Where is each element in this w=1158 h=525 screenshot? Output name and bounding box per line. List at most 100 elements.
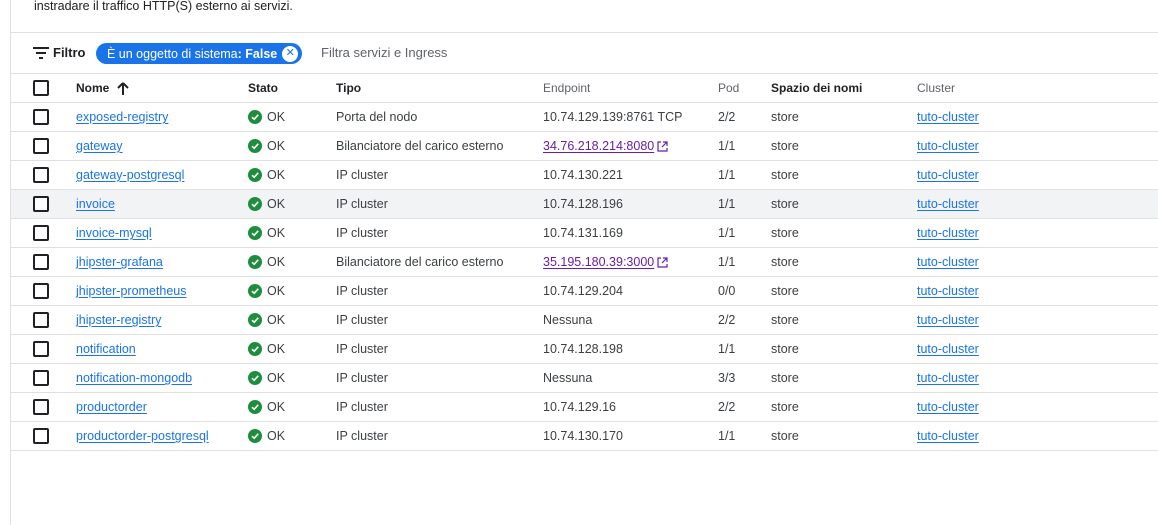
endpoint-value: 10.74.129.139:8761 TCP <box>543 110 683 124</box>
cluster-cell: tuto-cluster <box>917 306 979 334</box>
name-cell: invoice-mysql <box>76 219 152 247</box>
cluster-link[interactable]: tuto-cluster <box>917 139 979 153</box>
table-row[interactable]: jhipster-grafana OK Bilanciatore del car… <box>11 248 1158 277</box>
services-table: Nome Stato Tipo Endpoint Pod Spazio dei … <box>11 74 1158 451</box>
endpoint-link[interactable]: 34.76.218.214:8080 <box>543 139 654 153</box>
column-header-name-label: Nome <box>76 81 110 95</box>
row-checkbox[interactable] <box>33 428 49 444</box>
filter-label[interactable]: Filtro <box>53 45 86 60</box>
state-cell: OK <box>248 190 285 218</box>
state-value: OK <box>267 226 286 240</box>
service-name-link[interactable]: jhipster-registry <box>76 313 161 327</box>
cluster-link[interactable]: tuto-cluster <box>917 284 979 298</box>
column-header-state[interactable]: Stato <box>248 74 278 102</box>
row-select-cell <box>33 393 49 421</box>
check-circle-icon <box>248 255 262 269</box>
column-header-name[interactable]: Nome <box>76 74 130 102</box>
cluster-link[interactable]: tuto-cluster <box>917 342 979 356</box>
filter-lines-icon[interactable] <box>33 46 49 60</box>
service-name-link[interactable]: exposed-registry <box>76 110 168 124</box>
table-row[interactable]: productorder OK IP cluster 10.74.129.16 … <box>11 393 1158 422</box>
service-name-link[interactable]: gateway <box>76 139 123 153</box>
table-row[interactable]: notification OK IP cluster 10.74.128.198… <box>11 335 1158 364</box>
state-cell: OK <box>248 248 285 276</box>
row-checkbox[interactable] <box>33 138 49 154</box>
row-checkbox[interactable] <box>33 312 49 328</box>
table-row[interactable]: jhipster-registry OK IP cluster Nessuna … <box>11 306 1158 335</box>
row-checkbox[interactable] <box>33 341 49 357</box>
state-cell: OK <box>248 364 285 392</box>
cluster-link[interactable]: tuto-cluster <box>917 255 979 269</box>
name-cell: notification <box>76 335 136 363</box>
type-value: Bilanciatore del carico esterno <box>336 139 504 153</box>
endpoint-value: Nessuna <box>543 313 593 327</box>
namespace-value: store <box>771 284 799 298</box>
check-circle-icon <box>248 313 262 327</box>
cluster-link[interactable]: tuto-cluster <box>917 168 979 182</box>
table-row[interactable]: invoice-mysql OK IP cluster 10.74.131.16… <box>11 219 1158 248</box>
cluster-cell: tuto-cluster <box>917 190 979 218</box>
check-circle-icon <box>248 197 262 211</box>
service-name-link[interactable]: jhipster-prometheus <box>76 284 186 298</box>
table-row[interactable]: invoice OK IP cluster 10.74.128.196 1/1 … <box>11 190 1158 219</box>
state-cell: OK <box>248 393 285 421</box>
endpoint-cell: 35.195.180.39:3000 <box>543 248 668 276</box>
type-value: IP cluster <box>336 400 388 414</box>
row-checkbox[interactable] <box>33 196 49 212</box>
row-checkbox[interactable] <box>33 167 49 183</box>
service-name-link[interactable]: invoice <box>76 197 115 211</box>
table-row[interactable]: jhipster-prometheus OK IP cluster 10.74.… <box>11 277 1158 306</box>
column-header-namespace[interactable]: Spazio dei nomi <box>771 74 862 102</box>
service-name-link[interactable]: gateway-postgresql <box>76 168 184 182</box>
table-row[interactable]: notification-mongodb OK IP cluster Nessu… <box>11 364 1158 393</box>
service-name-link[interactable]: productorder <box>76 400 147 414</box>
open-in-new-icon[interactable] <box>657 140 668 152</box>
service-name-link[interactable]: invoice-mysql <box>76 226 152 240</box>
state-cell: OK <box>248 306 285 334</box>
state-cell: OK <box>248 103 285 131</box>
table-row[interactable]: exposed-registry OK Porta del nodo 10.74… <box>11 103 1158 132</box>
pod-value: 1/1 <box>718 342 736 356</box>
row-checkbox[interactable] <box>33 399 49 415</box>
column-header-type[interactable]: Tipo <box>336 74 361 102</box>
cluster-link[interactable]: tuto-cluster <box>917 400 979 414</box>
cluster-link[interactable]: tuto-cluster <box>917 313 979 327</box>
service-name-link[interactable]: productorder-postgresql <box>76 429 209 443</box>
check-circle-icon <box>248 429 262 443</box>
cluster-cell: tuto-cluster <box>917 161 979 189</box>
service-name-link[interactable]: jhipster-grafana <box>76 255 163 269</box>
system-object-filter-chip[interactable]: È un oggetto di sistema : False ✕ <box>96 43 303 64</box>
row-checkbox[interactable] <box>33 283 49 299</box>
cluster-link[interactable]: tuto-cluster <box>917 197 979 211</box>
row-select-cell <box>33 190 49 218</box>
row-checkbox[interactable] <box>33 254 49 270</box>
cluster-link[interactable]: tuto-cluster <box>917 429 979 443</box>
row-checkbox[interactable] <box>33 370 49 386</box>
name-cell: jhipster-prometheus <box>76 277 186 305</box>
service-name-link[interactable]: notification <box>76 342 136 356</box>
table-row[interactable]: gateway OK Bilanciatore del carico ester… <box>11 132 1158 161</box>
cluster-link[interactable]: tuto-cluster <box>917 371 979 385</box>
filter-input[interactable] <box>321 45 721 60</box>
state-cell: OK <box>248 277 285 305</box>
cluster-cell: tuto-cluster <box>917 219 979 247</box>
row-checkbox[interactable] <box>33 109 49 125</box>
row-checkbox[interactable] <box>33 225 49 241</box>
open-in-new-icon[interactable] <box>657 256 668 268</box>
endpoint-link[interactable]: 35.195.180.39:3000 <box>543 255 654 269</box>
state-value: OK <box>267 255 286 269</box>
cluster-link[interactable]: tuto-cluster <box>917 226 979 240</box>
endpoint-value: 10.74.130.170 <box>543 429 623 443</box>
service-name-link[interactable]: notification-mongodb <box>76 371 192 385</box>
check-circle-icon <box>248 139 262 153</box>
pod-value: 1/1 <box>718 226 736 240</box>
table-row[interactable]: gateway-postgresql OK IP cluster 10.74.1… <box>11 161 1158 190</box>
cancel-icon[interactable]: ✕ <box>282 45 299 62</box>
table-row[interactable]: productorder-postgresql OK IP cluster 10… <box>11 422 1158 451</box>
select-all-checkbox[interactable] <box>33 80 49 96</box>
type-value: Bilanciatore del carico esterno <box>336 255 504 269</box>
namespace-value: store <box>771 197 799 211</box>
cluster-link[interactable]: tuto-cluster <box>917 110 979 124</box>
type-value: IP cluster <box>336 168 388 182</box>
name-cell: gateway <box>76 132 123 160</box>
